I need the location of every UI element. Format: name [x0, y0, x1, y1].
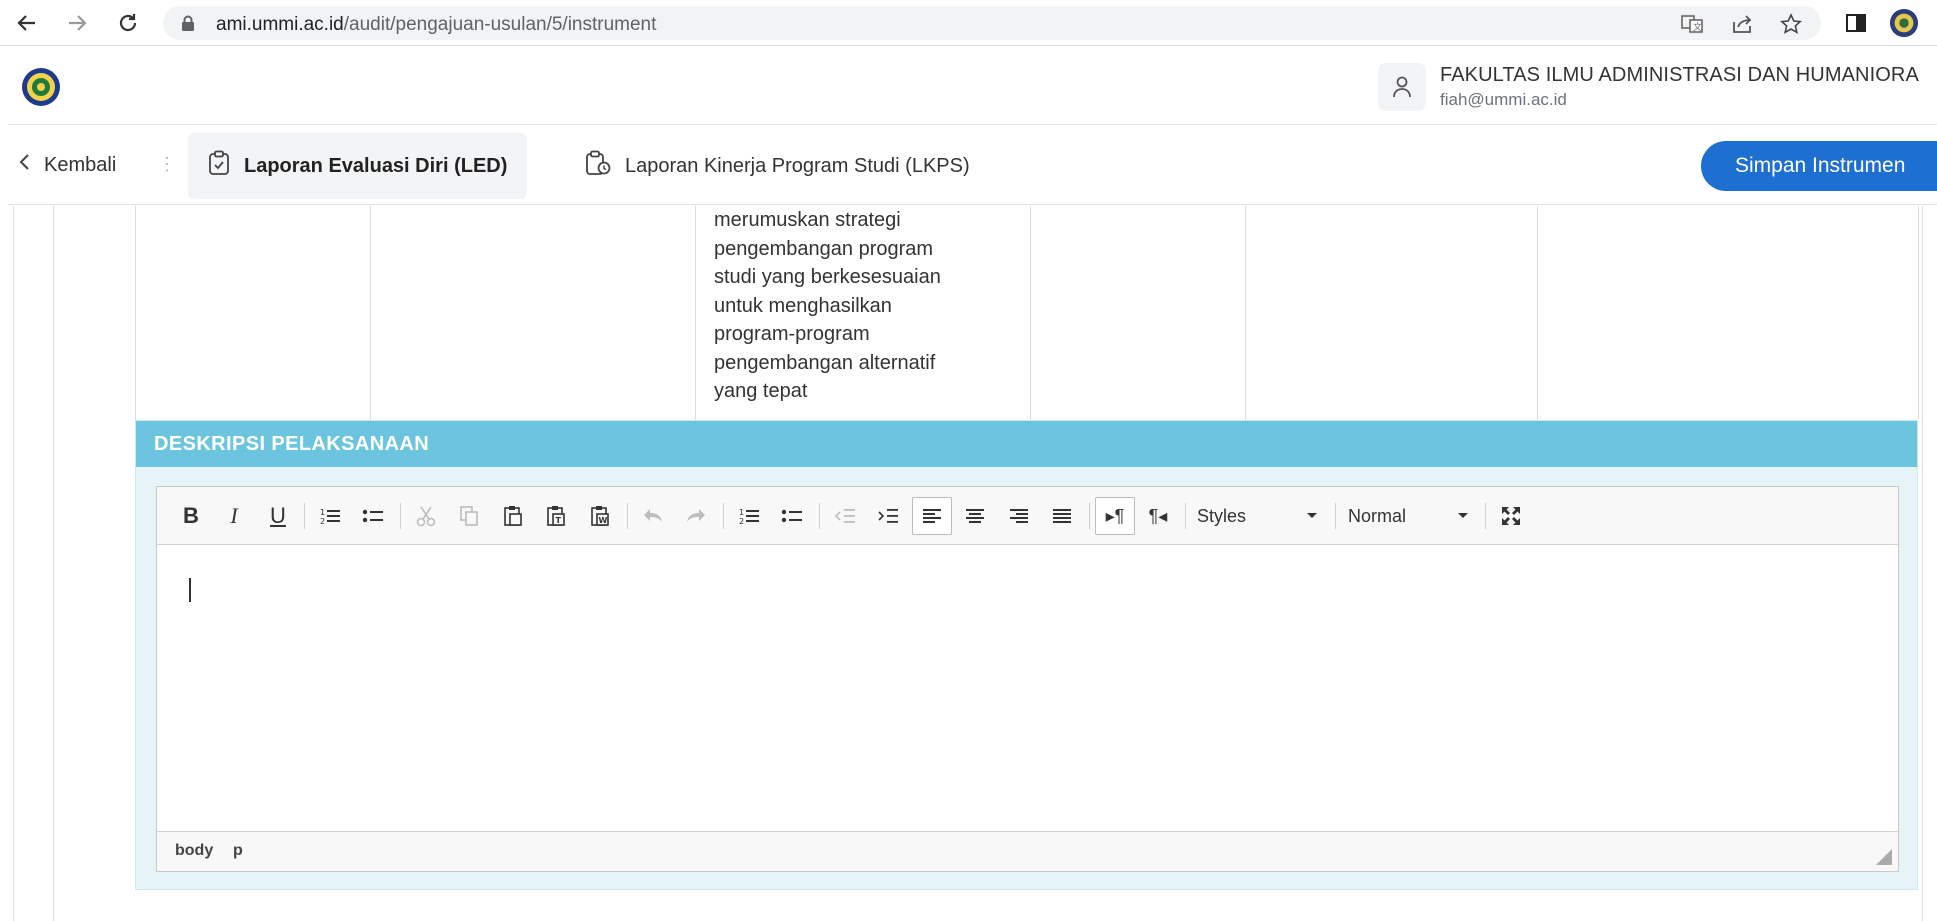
svg-text:2: 2 — [739, 517, 744, 526]
format-dropdown[interactable]: Normal — [1348, 499, 1468, 533]
svg-text:文: 文 — [1693, 21, 1702, 33]
description-section: DESKRIPSI PELAKSANAAN B I U 12 T W 1 2 ▸… — [135, 420, 1918, 890]
styles-dropdown[interactable]: Styles — [1197, 499, 1317, 533]
cut-icon[interactable] — [406, 497, 446, 535]
translate-icon[interactable]: 文 — [1680, 12, 1704, 36]
forward-arrow-icon[interactable] — [62, 8, 92, 38]
tab-lkps-label: Laporan Kinerja Program Studi (LKPS) — [625, 154, 970, 177]
tab-led[interactable]: Laporan Evaluasi Diri (LED) — [188, 133, 528, 199]
paste-word-icon[interactable]: W — [580, 497, 620, 535]
table-cell-border — [1030, 206, 1031, 420]
styles-label: Styles — [1197, 505, 1247, 526]
toolbar-separator — [1485, 503, 1486, 529]
address-bar[interactable]: ami.ummi.ac.id/audit/pengajuan-usulan/5/… — [163, 6, 1821, 40]
outdent-icon[interactable] — [825, 497, 865, 535]
toolbar-separator — [1089, 503, 1090, 529]
maximize-icon[interactable] — [1491, 497, 1531, 535]
toolbar-separator — [723, 503, 724, 529]
rich-text-editor[interactable]: B I U 12 T W 1 2 ▸¶ ¶◂ Styles Normal bod… — [156, 486, 1899, 872]
tab-lkps[interactable]: Laporan Kinerja Program Studi (LKPS) — [565, 133, 990, 199]
tab-bar: Kembali ⋮ Laporan Evaluasi Diri (LED) La… — [8, 125, 1937, 205]
subscript-icon[interactable]: 12 — [310, 497, 350, 535]
align-center-icon[interactable] — [955, 497, 995, 535]
format-label: Normal — [1348, 505, 1407, 526]
resize-handle-icon[interactable] — [1876, 849, 1892, 865]
svg-text:2: 2 — [320, 517, 325, 526]
italic-icon[interactable]: I — [214, 497, 254, 535]
more-dots-icon[interactable]: ⋮ — [158, 155, 176, 173]
page-border — [1922, 206, 1923, 921]
paste-text-icon[interactable]: T — [536, 497, 576, 535]
page-border — [13, 206, 14, 921]
section-title: DESKRIPSI PELAKSANAAN — [136, 421, 1917, 467]
text-direction-ltr-icon[interactable]: ▸¶ — [1095, 497, 1135, 535]
tab-led-label: Laporan Evaluasi Diri (LED) — [244, 154, 508, 177]
editor-content[interactable] — [157, 545, 1898, 828]
university-logo[interactable] — [21, 67, 61, 107]
element-path-p[interactable]: p — [233, 842, 243, 860]
lock-icon — [181, 15, 195, 36]
table-border — [53, 206, 54, 921]
chevron-down-icon — [1307, 513, 1317, 518]
user-email: fiah@ummi.ac.id — [1440, 90, 1567, 109]
clipboard-clock-icon — [585, 150, 611, 182]
copy-icon[interactable] — [449, 497, 489, 535]
toolbar-separator — [1185, 503, 1186, 529]
url-text: ami.ummi.ac.id/audit/pengajuan-usulan/5/… — [216, 14, 657, 35]
content-area: merumuskan strategi pengembangan program… — [0, 206, 1937, 921]
bullet-list-icon[interactable] — [353, 497, 393, 535]
underline-icon[interactable]: U — [258, 497, 298, 535]
share-icon[interactable] — [1731, 12, 1755, 36]
app-header: FAKULTAS ILMU ADMINISTRASI DAN HUMANIORA… — [8, 47, 1937, 125]
svg-text:T: T — [556, 516, 562, 525]
svg-text:W: W — [599, 516, 608, 525]
clipboard-check-icon — [208, 150, 230, 182]
paste-icon[interactable] — [493, 497, 533, 535]
chevron-left-icon — [18, 153, 30, 177]
user-name: FAKULTAS ILMU ADMINISTRASI DAN HUMANIORA — [1440, 64, 1919, 86]
table-cell-border — [1918, 206, 1919, 420]
back-button[interactable]: Kembali — [18, 147, 116, 183]
side-panel-icon[interactable] — [1841, 8, 1871, 38]
redo-icon[interactable] — [676, 497, 716, 535]
justify-icon[interactable] — [1042, 497, 1082, 535]
align-right-icon[interactable] — [999, 497, 1039, 535]
bullet-list-icon[interactable] — [772, 497, 812, 535]
save-instrument-button[interactable]: Simpan Instrumen — [1701, 141, 1937, 191]
back-label: Kembali — [44, 153, 117, 176]
table-cell-text: merumuskan strategi pengembangan program… — [714, 209, 941, 402]
browser-toolbar: ami.ummi.ac.id/audit/pengajuan-usulan/5/… — [0, 0, 1937, 46]
toolbar-separator — [304, 503, 305, 529]
table-cell-border — [370, 206, 371, 420]
text-cursor — [189, 578, 191, 602]
back-arrow-icon[interactable] — [12, 8, 42, 38]
text-direction-rtl-icon[interactable]: ¶◂ — [1138, 497, 1178, 535]
indent-icon[interactable] — [868, 497, 908, 535]
toolbar-separator — [819, 503, 820, 529]
table-cell-border — [1245, 206, 1246, 420]
align-left-icon[interactable] — [912, 497, 952, 535]
editor-status-bar: body p — [157, 831, 1898, 871]
bold-icon[interactable]: B — [171, 497, 211, 535]
toolbar-separator — [1335, 503, 1336, 529]
table-cell-border — [135, 206, 136, 420]
reload-icon[interactable] — [113, 8, 143, 38]
star-icon[interactable] — [1779, 12, 1803, 36]
table-cell-border — [695, 206, 696, 420]
editor-toolbar: B I U 12 T W 1 2 ▸¶ ¶◂ Styles Normal — [157, 487, 1898, 545]
numbered-list-icon[interactable]: 12 — [729, 497, 769, 535]
chevron-down-icon — [1458, 513, 1468, 518]
element-path-body[interactable]: body — [175, 842, 213, 860]
svg-text:1: 1 — [739, 508, 744, 517]
undo-icon[interactable] — [633, 497, 673, 535]
user-icon[interactable] — [1378, 63, 1426, 111]
table-cell-border — [1537, 206, 1538, 420]
profile-avatar[interactable] — [1889, 8, 1919, 38]
toolbar-separator — [627, 503, 628, 529]
svg-text:1: 1 — [320, 508, 325, 517]
toolbar-separator — [400, 503, 401, 529]
